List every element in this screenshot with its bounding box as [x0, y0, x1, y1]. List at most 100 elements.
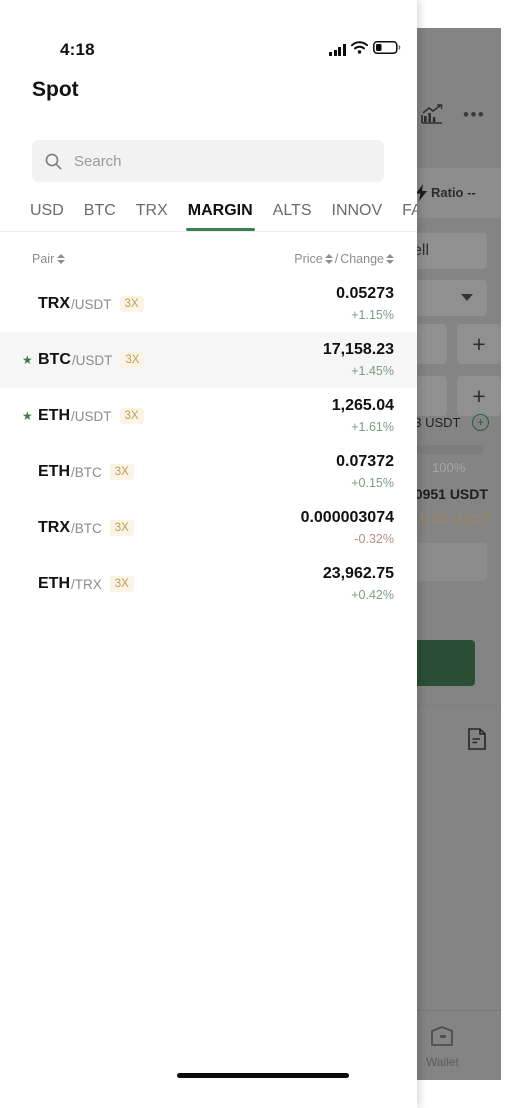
table-row[interactable]: ★ ETH /USDT 3X 1,265.04 +1.61% — [0, 388, 417, 444]
search-bar[interactable]: Search — [32, 140, 384, 182]
tabs-divider — [0, 231, 417, 232]
pair-change: +1.45% — [351, 364, 394, 378]
sort-arrows-icon[interactable] — [324, 253, 333, 265]
market-pair-list: ★ TRX /USDT 3X 0.05273 +1.15% ★ BTC /USD… — [0, 276, 417, 612]
column-header-pair-label: Pair — [32, 252, 55, 266]
chevron-down-icon — [461, 294, 473, 301]
background-trading-panel: ••• Ratio -- ell + + 63 USDT + 100% 7095… — [413, 28, 501, 1080]
pair-base: TRX — [38, 295, 70, 312]
pair-base: ETH — [38, 575, 70, 592]
pair-cell: ★ ETH /BTC 3X — [22, 463, 134, 481]
more-options-icon[interactable]: ••• — [463, 106, 485, 123]
leverage-badge: 3X — [109, 464, 134, 480]
tab-btc[interactable]: BTC — [74, 200, 126, 222]
market-table-header: Pair Price / Change — [0, 245, 417, 273]
tab-innov[interactable]: INNOV — [322, 200, 393, 222]
leverage-badge: 3X — [120, 352, 145, 368]
available-balance-value: 63 USDT — [413, 415, 461, 430]
favorite-star-icon[interactable]: ★ — [22, 354, 35, 366]
leverage-badge: 3X — [119, 408, 144, 424]
tab-usd[interactable]: USD — [20, 200, 74, 222]
fee-amount-value: 0.00 USDT — [421, 511, 491, 527]
home-indicator[interactable] — [177, 1073, 349, 1078]
pair-quote: /USDT — [71, 296, 112, 312]
column-header-price-change[interactable]: Price / Change — [294, 252, 394, 266]
sheet-header: Spot — [0, 62, 417, 118]
background-amount-increment-button[interactable]: + — [457, 376, 501, 416]
background-price-increment-button[interactable]: + — [457, 324, 501, 364]
tab-margin[interactable]: MARGIN — [178, 200, 263, 231]
table-row[interactable]: ★ BTC /USDT 3X 17,158.23 +1.45% — [0, 332, 417, 388]
slider-percent-label: 100% — [432, 460, 466, 475]
pair-change: +0.15% — [351, 476, 394, 490]
pair-quote: /BTC — [71, 464, 102, 480]
sort-arrows-icon[interactable] — [57, 253, 66, 265]
market-category-tabs[interactable]: USD BTC TRX MARGIN ALTS INNOV FA — [20, 200, 417, 240]
pair-base: TRX — [38, 519, 70, 536]
pair-quote: /TRX — [71, 576, 102, 592]
price-cell: 0.000003074 -0.32% — [301, 508, 394, 548]
table-row[interactable]: ★ TRX /USDT 3X 0.05273 +1.15% — [0, 276, 417, 332]
spot-market-sheet: 4:18 Spot Search USD BTC TRX MARGIN ALTS… — [0, 0, 417, 1108]
pair-cell: ★ TRX /USDT 3X — [22, 295, 144, 313]
background-amount-slider[interactable] — [413, 445, 483, 454]
order-total-value: 70951 USDT — [413, 486, 488, 502]
tab-trx[interactable]: TRX — [126, 200, 178, 222]
wallet-icon[interactable] — [430, 1025, 454, 1047]
battery-low-icon — [373, 41, 401, 59]
background-status-bar — [413, 28, 501, 90]
leverage-badge: 3X — [109, 576, 134, 592]
column-header-pair[interactable]: Pair — [32, 252, 66, 266]
status-bar: 4:18 — [0, 0, 417, 62]
table-row[interactable]: ★ ETH /TRX 3X 23,962.75 +0.42% — [0, 556, 417, 612]
plus-circle-icon[interactable]: + — [472, 414, 489, 431]
price-cell: 23,962.75 +0.42% — [323, 564, 394, 604]
search-input[interactable]: Search — [74, 153, 122, 170]
chart-trend-icon[interactable] — [421, 104, 443, 124]
pair-price: 0.000003074 — [300, 509, 394, 526]
tab-alts[interactable]: ALTS — [263, 200, 322, 222]
table-row[interactable]: ★ ETH /BTC 3X 0.07372 +0.15% — [0, 444, 417, 500]
table-row[interactable]: ★ TRX /BTC 3X 0.000003074 -0.32% — [0, 500, 417, 556]
leverage-badge: 3X — [109, 520, 134, 536]
favorite-star-icon[interactable]: ★ — [22, 410, 35, 422]
pair-change: +1.61% — [351, 420, 394, 434]
pair-base: ETH — [38, 407, 70, 424]
sort-arrows-icon[interactable] — [386, 253, 394, 265]
price-cell: 1,265.04 +1.61% — [332, 396, 394, 436]
background-divider — [413, 705, 501, 706]
wifi-icon — [351, 41, 368, 59]
pair-price: 0.05273 — [336, 285, 394, 302]
pair-base: ETH — [38, 463, 70, 480]
pair-quote: /USDT — [71, 408, 112, 424]
pair-cell: ★ BTC /USDT 3X — [22, 351, 145, 369]
pair-base: BTC — [38, 351, 71, 368]
column-header-price-label: Price — [294, 252, 323, 266]
document-icon[interactable] — [468, 728, 486, 750]
pair-quote: /BTC — [71, 520, 102, 536]
background-price-field[interactable] — [413, 324, 447, 364]
background-submit-order-button[interactable] — [413, 640, 475, 686]
background-amount-field[interactable] — [413, 376, 447, 416]
pair-change: -0.32% — [354, 532, 394, 546]
pair-price: 0.07372 — [336, 453, 394, 470]
background-tabbar-divider — [413, 1010, 501, 1011]
price-cell: 0.05273 +1.15% — [336, 284, 394, 324]
cellular-signal-icon — [329, 44, 346, 56]
status-bar-indicators — [329, 41, 401, 59]
pair-price: 17,158.23 — [322, 341, 394, 358]
pair-cell: ★ ETH /TRX 3X — [22, 575, 134, 593]
pair-price: 1,265.04 — [331, 397, 394, 414]
leverage-badge: 3X — [119, 296, 144, 312]
pair-change: +0.42% — [351, 588, 394, 602]
background-order-type-select[interactable] — [413, 280, 487, 316]
price-cell: 17,158.23 +1.45% — [323, 340, 394, 380]
search-icon — [32, 153, 74, 170]
tab-fa[interactable]: FA — [392, 200, 417, 222]
column-header-change-label: Change — [340, 252, 384, 266]
pair-cell: ★ ETH /USDT 3X — [22, 407, 144, 425]
wallet-tab-label: Wallet — [426, 1055, 459, 1069]
pair-change: +1.15% — [351, 308, 394, 322]
pair-price: 23,962.75 — [322, 565, 394, 582]
page-title: Spot — [32, 78, 79, 101]
